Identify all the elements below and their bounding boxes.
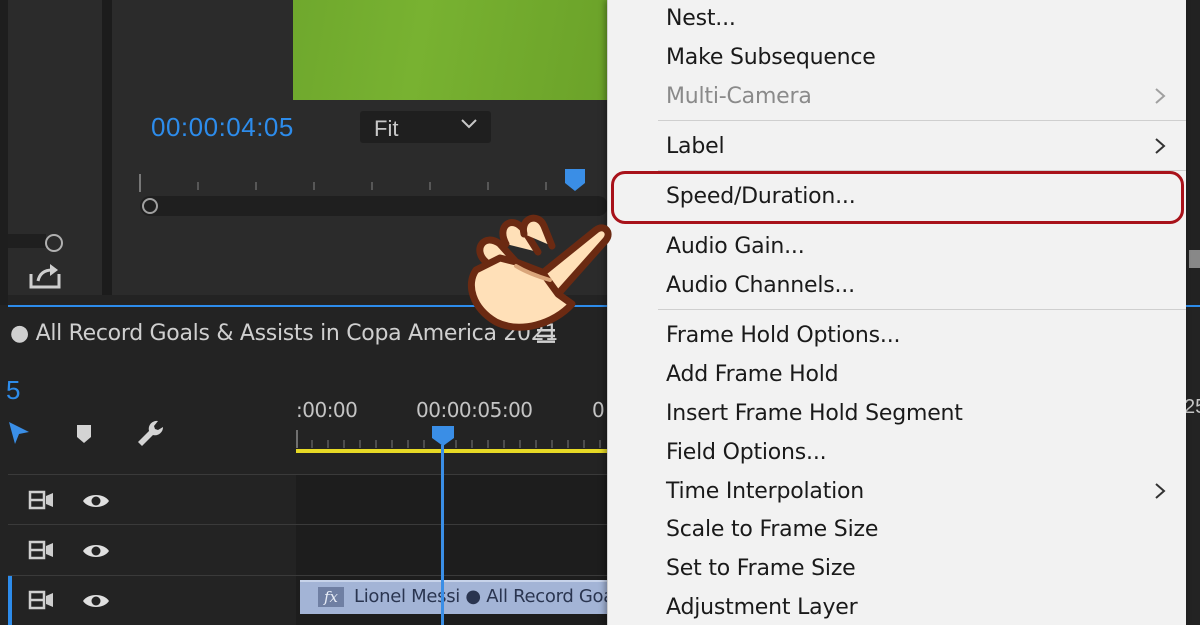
- timeline-timecode[interactable]: 5: [6, 375, 20, 406]
- track-divider: [8, 474, 608, 475]
- menu-item-make-subsequence[interactable]: Make Subsequence: [666, 45, 876, 70]
- zoom-level-dropdown[interactable]: Fit: [360, 111, 491, 143]
- menu-item-nest[interactable]: Nest...: [666, 6, 736, 31]
- menu-separator: [658, 120, 1186, 121]
- menu-item-speed-duration[interactable]: Speed/Duration...: [666, 184, 856, 209]
- menu-item-insert-frame-hold-segment[interactable]: Insert Frame Hold Segment: [666, 401, 963, 426]
- eye-icon[interactable]: [82, 592, 110, 610]
- menu-item-audio-gain[interactable]: Audio Gain...: [666, 234, 805, 259]
- menu-item-frame-hold-options[interactable]: Frame Hold Options...: [666, 323, 900, 348]
- wrench-icon[interactable]: [136, 419, 168, 451]
- menu-item-add-frame-hold[interactable]: Add Frame Hold: [666, 362, 839, 387]
- work-area-bar[interactable]: [296, 449, 608, 453]
- timeline-playhead-icon[interactable]: [431, 425, 455, 447]
- export-frame-icon[interactable]: [28, 262, 62, 290]
- menu-item-multi-camera: Multi-Camera: [666, 84, 812, 109]
- video-preview: [293, 0, 608, 100]
- toggle-track-output-icon[interactable]: [28, 540, 54, 560]
- menu-item-time-interpolation[interactable]: Time Interpolation: [666, 479, 864, 504]
- program-playhead-icon[interactable]: [564, 168, 586, 192]
- ruler-label-far-right: 25: [1184, 396, 1200, 418]
- track-target-indicator: [8, 576, 12, 625]
- chevron-right-icon: [1155, 88, 1166, 104]
- left-rail: [0, 0, 8, 305]
- timeline-clip[interactable]: fx Lionel Messi ● All Record Goals & Ass…: [300, 580, 608, 614]
- right-panel-control[interactable]: [1189, 250, 1200, 268]
- toggle-track-output-icon[interactable]: [28, 490, 54, 510]
- track-divider: [8, 524, 608, 525]
- menu-separator: [658, 309, 1186, 310]
- menu-item-scale-to-frame-size[interactable]: Scale to Frame Size: [666, 517, 878, 542]
- playhead-line: [441, 445, 444, 625]
- snap-icon[interactable]: [8, 420, 30, 446]
- menu-item-audio-channels[interactable]: Audio Channels...: [666, 273, 855, 298]
- eye-icon[interactable]: [82, 492, 110, 510]
- toggle-track-output-icon[interactable]: [28, 590, 54, 610]
- menu-item-label[interactable]: Label: [666, 134, 725, 159]
- clip-context-menu: Nest... Make Subsequence Multi-Camera La…: [607, 0, 1186, 625]
- ruler-label: 0: [592, 398, 605, 422]
- panel-divider: [102, 0, 112, 295]
- zoom-level-value: Fit: [374, 116, 399, 141]
- program-timecode[interactable]: 00:00:04:05: [151, 112, 294, 143]
- chevron-right-icon: [1155, 138, 1166, 154]
- fx-badge: fx: [318, 587, 344, 607]
- source-slider-track[interactable]: [8, 234, 46, 248]
- scrub-handle[interactable]: [142, 198, 158, 214]
- track-divider: [8, 575, 608, 576]
- eye-icon[interactable]: [82, 542, 110, 560]
- menu-item-set-to-frame-size[interactable]: Set to Frame Size: [666, 556, 856, 581]
- source-slider-handle[interactable]: [45, 234, 63, 252]
- add-marker-icon[interactable]: [76, 424, 92, 444]
- ruler-label: :00:00: [296, 398, 358, 422]
- program-mini-ruler[interactable]: [138, 170, 608, 192]
- ruler-label: 00:00:05:00: [416, 398, 533, 422]
- chevron-down-icon: [461, 119, 477, 129]
- chevron-right-icon: [1155, 483, 1166, 499]
- hand-pointer-icon: [467, 214, 612, 331]
- menu-item-adjustment-layer[interactable]: Adjustment Layer: [666, 595, 858, 620]
- clip-name: Lionel Messi ● All Record Goals & Assist…: [354, 586, 608, 607]
- menu-item-field-options[interactable]: Field Options...: [666, 440, 827, 465]
